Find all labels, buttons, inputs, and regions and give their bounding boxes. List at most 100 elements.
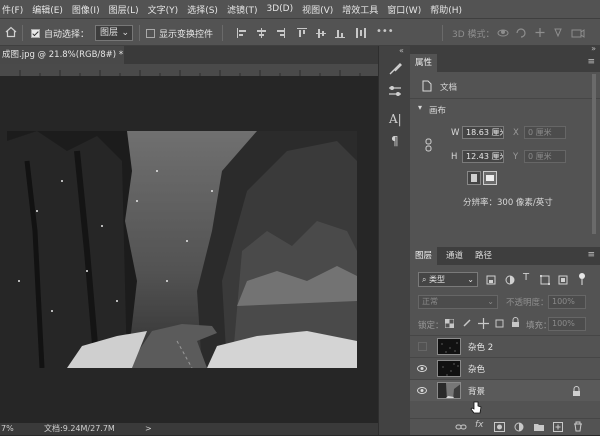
search-icon: ⌕	[422, 275, 427, 284]
auto-select-checkbox[interactable]	[31, 29, 40, 38]
slide-3d-icon[interactable]	[552, 27, 564, 41]
filter-pixel-icon[interactable]	[486, 275, 496, 288]
filter-type-icon[interactable]: T	[523, 272, 529, 283]
layer-name[interactable]: 杂色 2	[468, 341, 493, 353]
menu-3d[interactable]: 3D(D)	[266, 4, 293, 14]
panel-menu-icon[interactable]: ≡	[587, 57, 595, 67]
tab-channels[interactable]: 通道	[441, 247, 468, 265]
document-image[interactable]	[7, 131, 357, 368]
portrait-orientation-icon[interactable]	[467, 171, 481, 185]
filter-shape-icon[interactable]	[540, 275, 550, 288]
show-transform-checkbox[interactable]	[146, 29, 155, 38]
menu-select[interactable]: 选择(S)	[187, 3, 218, 16]
filter-smart-object-icon[interactable]	[558, 275, 568, 288]
lock-pixels-icon[interactable]	[462, 318, 472, 331]
menu-help[interactable]: 帮助(H)	[430, 3, 462, 16]
collapse-arrows-icon[interactable]: «	[399, 46, 404, 55]
blend-mode-dropdown: 正常 ⌄	[418, 295, 498, 309]
character-panel-icon[interactable]: A|	[389, 112, 402, 126]
distribute-icon[interactable]	[356, 28, 366, 38]
resolution-text: 分辨率：300 像素/英寸	[463, 198, 553, 208]
opacity-field: 100%	[548, 295, 586, 309]
status-menu-arrow[interactable]: >	[145, 423, 152, 435]
menu-view[interactable]: 视图(V)	[302, 3, 333, 16]
link-layers-icon[interactable]	[455, 423, 467, 434]
align-vcenter-icon[interactable]	[316, 28, 326, 38]
adjustment-layer-icon[interactable]	[514, 422, 524, 435]
orbit-3d-icon[interactable]	[497, 27, 509, 41]
height-field[interactable]: 12.43 厘米	[462, 150, 504, 163]
lock-position-icon[interactable]	[478, 318, 489, 332]
document-tab-title: 成图.jpg @ 21.8%(RGB/8#) *	[2, 50, 124, 60]
menu-window[interactable]: 窗口(W)	[387, 3, 421, 16]
align-bottom-icon[interactable]	[335, 28, 345, 38]
new-layer-icon[interactable]	[553, 422, 563, 435]
options-bar: 自动选择： 图层 ⌄ 显示变换控件 ••• 3D 模式：	[0, 18, 600, 46]
align-top-icon[interactable]	[297, 28, 307, 38]
pan-3d-icon[interactable]	[534, 27, 546, 41]
camera-3d-icon[interactable]	[571, 27, 585, 41]
brush-icon[interactable]	[388, 62, 402, 79]
canvas-section-title: 画布	[429, 106, 447, 116]
fill-field: 100%	[548, 317, 586, 331]
layer-thumbnail	[437, 338, 461, 355]
more-options-icon[interactable]: •••	[376, 26, 394, 37]
layer-name[interactable]: 背景	[468, 385, 485, 397]
collapse-panel-icon[interactable]: »	[591, 44, 596, 53]
menu-filter[interactable]: 滤镜(T)	[227, 3, 258, 16]
home-icon[interactable]	[5, 26, 17, 41]
document-tab[interactable]: 成图.jpg @ 21.8%(RGB/8#) * ×	[0, 46, 124, 64]
eye-icon[interactable]	[417, 365, 427, 372]
align-hcenter-icon[interactable]	[256, 28, 266, 38]
menu-layer[interactable]: 图层(L)	[109, 3, 139, 16]
layer-row[interactable]: 背景	[410, 379, 600, 401]
panel-menu-icon[interactable]: ≡	[587, 250, 595, 260]
paragraph-panel-icon[interactable]: ¶	[391, 134, 399, 148]
chevron-down-icon: ⌄	[121, 28, 129, 38]
visibility-toggle[interactable]	[418, 342, 427, 351]
menu-type[interactable]: 文字(Y)	[148, 3, 179, 16]
trash-icon[interactable]	[573, 421, 583, 435]
filter-adjustment-icon[interactable]	[505, 275, 515, 288]
menu-edit[interactable]: 编辑(E)	[32, 3, 63, 16]
horizontal-ruler	[0, 64, 378, 76]
menu-plugins[interactable]: 增效工具	[342, 3, 378, 16]
lock-artboard-icon[interactable]	[494, 318, 505, 332]
properties-doc-label: 文档	[440, 83, 458, 93]
rotate-3d-icon[interactable]	[515, 27, 527, 41]
layer-name[interactable]: 杂色	[468, 363, 485, 375]
align-left-icon[interactable]	[237, 28, 247, 38]
menu-image[interactable]: 图像(I)	[72, 3, 100, 16]
properties-scrollbar[interactable]	[592, 74, 596, 234]
document-size-info[interactable]: 文档:9.24M/27.7M	[44, 423, 115, 435]
width-field[interactable]: 18.63 厘米	[462, 126, 504, 139]
lock-icon[interactable]	[572, 386, 581, 400]
right-panels: » 属性 ≡ 文档 ▾ 画布 W 18.63 厘米 X 0 厘米 H 12.43…	[410, 44, 600, 435]
auto-select-dropdown[interactable]: 图层 ⌄	[95, 25, 133, 41]
status-bar: 7% 文档:9.24M/27.7M >	[0, 423, 378, 435]
menu-file[interactable]: 件(F)	[2, 3, 23, 16]
align-right-icon[interactable]	[275, 28, 285, 38]
lock-all-icon[interactable]	[511, 317, 520, 331]
tab-paths[interactable]: 路径	[470, 247, 497, 265]
landscape-orientation-icon[interactable]	[483, 171, 497, 185]
panel-icon-strip: « A| ¶	[378, 46, 410, 435]
layer-filter-dropdown[interactable]: ⌕ 类型 ⌄	[418, 272, 478, 287]
brush-settings-icon[interactable]	[388, 84, 402, 101]
layer-row[interactable]: 杂色	[410, 357, 600, 379]
add-mask-icon[interactable]	[494, 422, 505, 435]
link-icon[interactable]	[425, 138, 433, 155]
zoom-level[interactable]: 7%	[1, 423, 14, 435]
lock-label: 锁定：	[418, 321, 444, 331]
filter-toggle-icon[interactable]	[578, 272, 586, 289]
folder-icon[interactable]	[533, 422, 545, 435]
chevron-down-icon[interactable]: ▾	[418, 103, 422, 112]
y-field: 0 厘米	[524, 150, 566, 163]
eye-icon[interactable]	[417, 387, 427, 394]
tab-properties[interactable]: 属性	[410, 54, 438, 72]
lock-transparent-icon[interactable]	[444, 318, 455, 331]
layer-row[interactable]: 杂色 2	[410, 335, 600, 357]
tab-layers[interactable]: 图层	[410, 247, 438, 265]
fx-icon[interactable]: fx	[475, 420, 484, 430]
layer-filter-value: 类型	[429, 275, 446, 284]
